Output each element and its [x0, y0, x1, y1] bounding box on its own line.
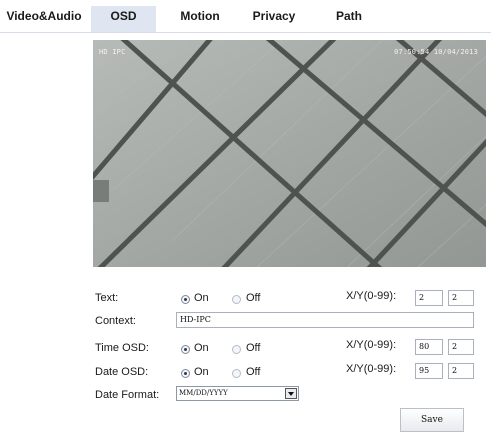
text-x-input[interactable]: 2 — [415, 290, 443, 306]
context-input[interactable]: HD-IPC — [176, 312, 474, 328]
date-x-input[interactable]: 95 — [415, 363, 443, 379]
save-button[interactable]: Save — [400, 408, 464, 432]
time-x-input[interactable]: 80 — [415, 339, 443, 355]
time-on-radio[interactable] — [181, 345, 190, 354]
tab-divider — [0, 32, 491, 33]
osd-timestamp: 07:50:54 10/04/2013 — [394, 48, 478, 56]
date-xy-label: X/Y(0-99): — [346, 363, 397, 375]
text-on-label: On — [194, 292, 209, 304]
text-on-radio[interactable] — [181, 295, 190, 304]
date-on-radio[interactable] — [181, 369, 190, 378]
text-xy-label: X/Y(0-99): — [346, 290, 397, 302]
tab-motion[interactable]: Motion — [165, 8, 235, 33]
tab-osd[interactable]: OSD — [91, 6, 156, 33]
tab-privacy[interactable]: Privacy — [238, 8, 310, 33]
chevron-down-icon[interactable] — [285, 388, 297, 399]
time-on-label: On — [194, 342, 209, 354]
date-format-value: MM/DD/YYYY — [179, 389, 228, 397]
ceiling-tile-image — [93, 40, 486, 267]
camera-preview: HD IPC 07:50:54 10/04/2013 — [93, 40, 486, 267]
text-y-input[interactable]: 2 — [448, 290, 474, 306]
tab-video-audio[interactable]: Video&Audio — [4, 8, 84, 33]
date-osd-label: Date OSD: — [95, 366, 149, 378]
date-y-input[interactable]: 2 — [448, 363, 474, 379]
tab-bar: Video&Audio OSD Motion Privacy Path — [0, 0, 491, 33]
text-off-label: Off — [246, 292, 261, 304]
time-off-radio[interactable] — [232, 345, 241, 354]
date-format-label: Date Format: — [95, 389, 160, 401]
date-off-radio[interactable] — [232, 369, 241, 378]
time-osd-label: Time OSD: — [95, 342, 149, 354]
context-label: Context: — [95, 315, 136, 327]
tab-path[interactable]: Path — [314, 8, 384, 33]
date-off-label: Off — [246, 366, 261, 378]
text-label: Text: — [95, 292, 119, 304]
osd-channel-name: HD IPC — [99, 48, 126, 56]
time-y-input[interactable]: 2 — [448, 339, 474, 355]
date-format-select[interactable]: MM/DD/YYYY — [176, 386, 299, 401]
time-xy-label: X/Y(0-99): — [346, 339, 397, 351]
date-on-label: On — [194, 366, 209, 378]
time-off-label: Off — [246, 342, 261, 354]
text-off-radio[interactable] — [232, 295, 241, 304]
